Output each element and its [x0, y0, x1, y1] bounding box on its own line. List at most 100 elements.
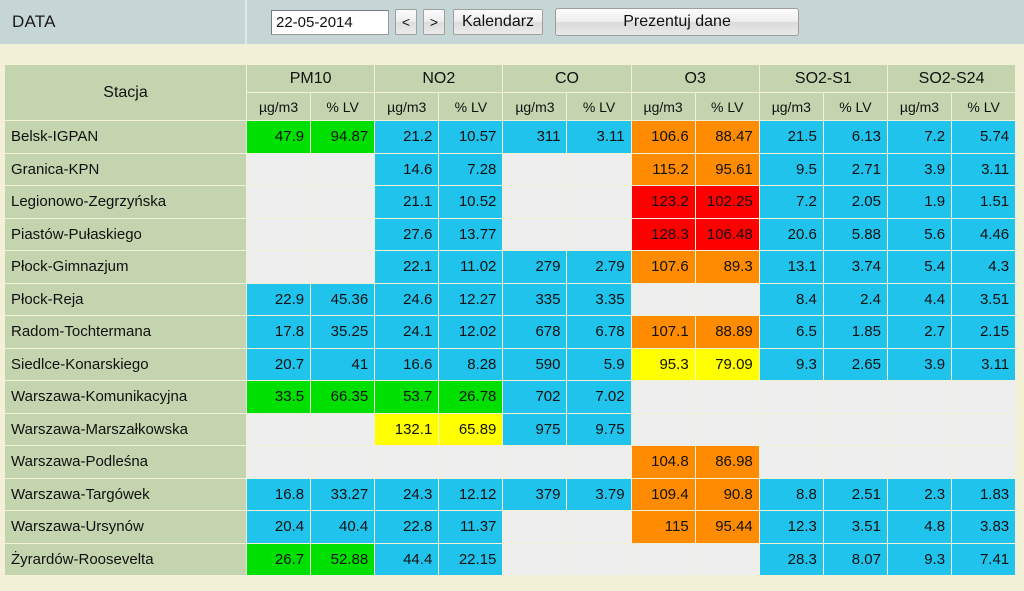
value-cell: 2.51 [822, 477, 888, 511]
value-cell: 44.4 [374, 542, 440, 576]
value-cell [566, 152, 632, 186]
value-cell: 88.89 [694, 315, 760, 349]
station-name-cell: Warszawa-Komunikacyjna [4, 380, 247, 414]
value-cell: 104.8 [630, 445, 696, 479]
value-cell: 8.07 [822, 542, 888, 576]
value-cell: 9.3 [758, 347, 824, 381]
value-cell: 1.83 [951, 477, 1017, 511]
value-cell: 7.02 [566, 380, 632, 414]
value-cell: 3.11 [951, 152, 1017, 186]
value-cell: 5.74 [951, 120, 1017, 154]
value-cell: 12.12 [438, 477, 504, 511]
value-cell [630, 412, 696, 446]
value-cell: 8.8 [758, 477, 824, 511]
value-cell: 28.3 [758, 542, 824, 576]
station-name-cell: Radom-Tochtermana [4, 315, 247, 349]
prev-day-button[interactable]: < [395, 9, 417, 35]
value-cell [566, 185, 632, 219]
value-cell [310, 152, 376, 186]
unit-header-1: % LV [310, 92, 376, 121]
value-cell: 20.7 [245, 347, 312, 381]
station-name-cell: Belsk-IGPAN [4, 120, 247, 154]
station-name-cell: Piastów-Pułaskiego [4, 217, 247, 251]
value-cell: 115 [630, 510, 696, 544]
present-data-button[interactable]: Prezentuj dane [555, 8, 800, 36]
value-cell: 4.3 [951, 250, 1017, 284]
value-cell: 95.61 [694, 152, 760, 186]
data-panel: DATA [0, 0, 247, 44]
value-cell [758, 380, 824, 414]
value-cell [694, 282, 760, 316]
value-cell [438, 445, 504, 479]
unit-header-3: % LV [438, 92, 504, 121]
value-cell [310, 217, 376, 251]
value-cell: 21.1 [374, 185, 440, 219]
value-cell: 3.11 [566, 120, 632, 154]
value-cell [502, 510, 568, 544]
value-cell: 3.9 [886, 152, 953, 186]
value-cell: 16.8 [245, 477, 312, 511]
value-cell: 1.9 [886, 185, 953, 219]
value-cell [310, 445, 376, 479]
unit-header-5: % LV [566, 92, 632, 121]
next-day-button[interactable]: > [423, 9, 445, 35]
value-cell: 40.4 [310, 510, 376, 544]
group-header-so2-s1: SO2-S1 [758, 64, 888, 93]
value-cell: 3.51 [822, 510, 888, 544]
unit-header-11: % LV [951, 92, 1017, 121]
calendar-button[interactable]: Kalendarz [453, 9, 544, 35]
value-cell: 702 [502, 380, 568, 414]
unit-header-9: % LV [822, 92, 888, 121]
value-cell: 86.98 [694, 445, 760, 479]
value-cell [310, 412, 376, 446]
value-cell: 12.02 [438, 315, 504, 349]
station-name-cell: Żyrardów-Roosevelta [4, 542, 247, 576]
group-header-row: Stacja PM10 NO2 CO O3 SO2-S1 SO2-S24 [4, 64, 1017, 121]
value-cell [566, 445, 632, 479]
value-cell: 8.28 [438, 347, 504, 381]
date-input[interactable] [271, 9, 389, 35]
group-header-pm10: PM10 [245, 64, 376, 93]
value-cell [694, 542, 760, 576]
value-cell [694, 380, 760, 414]
value-cell: 11.37 [438, 510, 504, 544]
table-row: Warszawa-Marszałkowska 132.1 65.89 975 9.75 [4, 412, 1017, 446]
value-cell [951, 445, 1017, 479]
value-cell: 26.78 [438, 380, 504, 414]
value-cell: 89.3 [694, 250, 760, 284]
value-cell: 10.52 [438, 185, 504, 219]
value-cell: 3.51 [951, 282, 1017, 316]
value-cell: 22.8 [374, 510, 440, 544]
value-cell: 53.7 [374, 380, 440, 414]
value-cell [245, 217, 312, 251]
group-header-so2-s24: SO2-S24 [886, 64, 1017, 93]
table-row: Belsk-IGPAN 47.9 94.87 21.2 10.57 311 3.11 106.… [4, 120, 1017, 154]
value-cell: 1.85 [822, 315, 888, 349]
table-head: Stacja PM10 NO2 CO O3 SO2-S1 SO2-S24 µg/m3% LV… [4, 64, 1017, 121]
value-cell [566, 542, 632, 576]
station-column-header: Stacja [4, 64, 247, 121]
value-cell [886, 445, 953, 479]
value-cell [822, 380, 888, 414]
station-name-cell: Warszawa-Ursynów [4, 510, 247, 544]
value-cell: 678 [502, 315, 568, 349]
value-cell: 279 [502, 250, 568, 284]
value-cell [630, 542, 696, 576]
value-cell: 2.65 [822, 347, 888, 381]
value-cell: 94.87 [310, 120, 376, 154]
value-cell: 22.15 [438, 542, 504, 576]
table-row: Warszawa-Podleśna 104.8 86.98 [4, 445, 1017, 479]
value-cell: 45.36 [310, 282, 376, 316]
value-cell [245, 445, 312, 479]
table-row: Warszawa-Targówek 16.8 33.27 24.3 12.12 379 3.… [4, 477, 1017, 511]
value-cell [822, 445, 888, 479]
value-cell: 975 [502, 412, 568, 446]
value-cell [886, 380, 953, 414]
value-cell [245, 250, 312, 284]
station-name-cell: Warszawa-Podleśna [4, 445, 247, 479]
value-cell: 13.1 [758, 250, 824, 284]
measurements-table-container: Stacja PM10 NO2 CO O3 SO2-S1 SO2-S24 µg/m3% LV… [4, 64, 1017, 576]
value-cell: 1.51 [951, 185, 1017, 219]
station-name-cell: Płock-Gimnazjum [4, 250, 247, 284]
value-cell: 9.5 [758, 152, 824, 186]
